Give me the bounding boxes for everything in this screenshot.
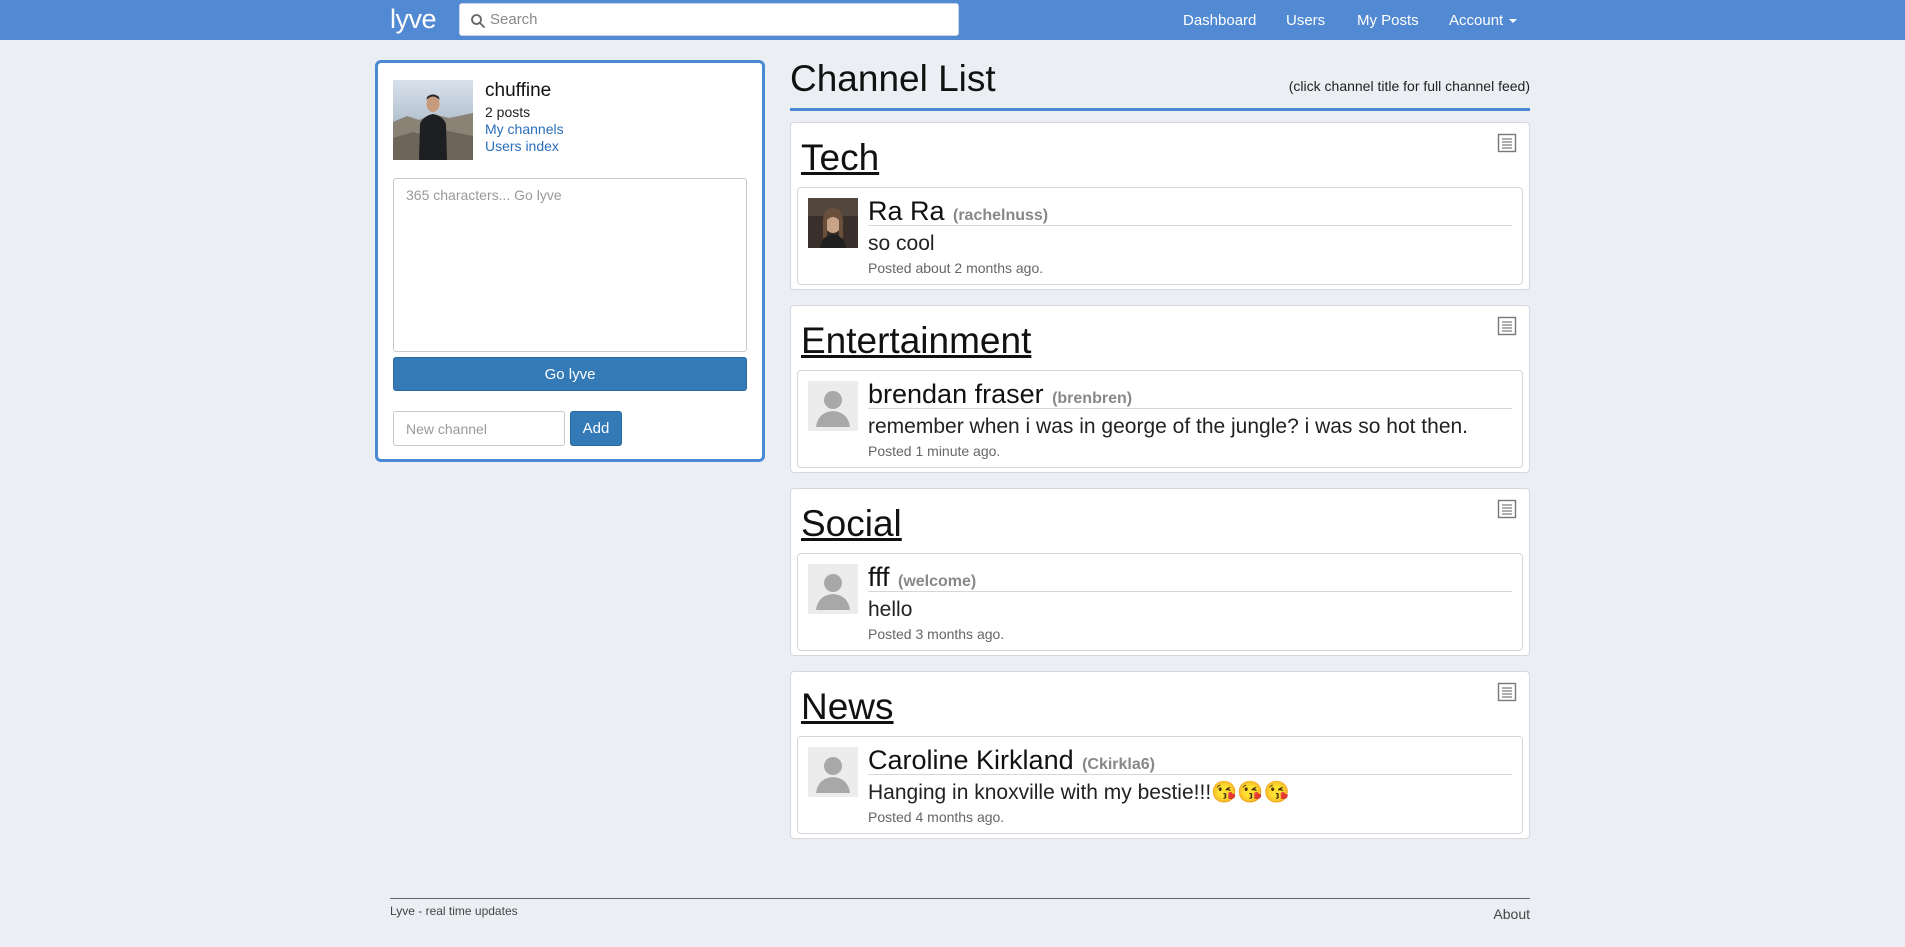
search-icon	[471, 14, 485, 28]
nav-my-posts[interactable]: My Posts	[1357, 12, 1419, 29]
post-header: fff (welcome)	[868, 562, 1512, 592]
post-handle: (Ckirkla6)	[1082, 756, 1155, 773]
page-title: Channel List	[790, 58, 996, 99]
post-header: Caroline Kirkland (Ckirkla6)	[868, 745, 1512, 775]
footer-divider	[390, 898, 1530, 899]
search-box[interactable]	[459, 3, 959, 36]
search-input[interactable]	[490, 5, 950, 34]
footer-about-link[interactable]: About	[1493, 906, 1530, 922]
user-avatar-photo[interactable]	[808, 198, 858, 248]
channel-card: Tech Ra Ra (rachelnuss) so cool Posted a…	[790, 122, 1530, 290]
post-card: Ra Ra (rachelnuss) so cool Posted about …	[797, 187, 1523, 285]
page-hint: (click channel title for full channel fe…	[1288, 78, 1530, 94]
feed-list-icon[interactable]	[1497, 682, 1517, 702]
channel-card: Entertainment brendan fraser (brenbren) …	[790, 305, 1530, 473]
post-body: hello	[868, 598, 913, 621]
default-avatar-icon[interactable]	[808, 564, 858, 614]
post-handle: (rachelnuss)	[952, 207, 1049, 224]
post-card: Caroline Kirkland (Ckirkla6) Hanging in …	[797, 736, 1523, 834]
post-body: Hanging in knoxville with my bestie!!!😘😘…	[868, 781, 1290, 804]
post-handle: (brenbren)	[1052, 390, 1133, 407]
profile-username: chuffine	[485, 80, 552, 101]
default-avatar-icon[interactable]	[808, 381, 858, 431]
post-body: so cool	[868, 232, 935, 255]
channel-title-link[interactable]: Tech	[801, 137, 879, 179]
feed-list-icon[interactable]	[1497, 499, 1517, 519]
post-card: brendan fraser (brenbren) remember when …	[797, 370, 1523, 468]
top-navbar: lyve Dashboard Users My Posts Account	[0, 0, 1905, 40]
channel-title-link[interactable]: Entertainment	[801, 320, 1031, 362]
channel-title-link[interactable]: Social	[801, 503, 902, 545]
channel-title-link[interactable]: News	[801, 686, 894, 728]
users-index-link[interactable]: Users index	[485, 138, 559, 154]
default-avatar-icon[interactable]	[808, 747, 858, 797]
feed-list-icon[interactable]	[1497, 133, 1517, 153]
nav-dashboard[interactable]: Dashboard	[1183, 12, 1256, 29]
post-author[interactable]: Caroline Kirkland	[868, 745, 1074, 775]
post-handle: (welcome)	[897, 573, 977, 590]
channel-card: Social fff (welcome) hello Posted 3 mont…	[790, 488, 1530, 656]
nav-users[interactable]: Users	[1286, 12, 1325, 29]
post-card: fff (welcome) hello Posted 3 months ago.	[797, 553, 1523, 651]
post-author[interactable]: fff	[868, 562, 890, 592]
post-header: brendan fraser (brenbren)	[868, 379, 1512, 409]
nav-account-label: Account	[1449, 12, 1504, 29]
go-lyve-button[interactable]: Go lyve	[393, 357, 747, 391]
new-channel-input[interactable]	[393, 411, 565, 446]
post-timestamp: Posted 4 months ago.	[868, 809, 1005, 825]
profile-post-count: 2 posts	[485, 104, 531, 120]
post-author[interactable]: brendan fraser	[868, 379, 1044, 409]
post-body: remember when i was in george of the jun…	[868, 415, 1469, 438]
feed-list-icon[interactable]	[1497, 316, 1517, 336]
title-divider	[790, 108, 1530, 111]
my-channels-link[interactable]: My channels	[485, 121, 564, 137]
nav-account-dropdown[interactable]: Account	[1449, 12, 1518, 29]
profile-photo	[393, 80, 473, 160]
post-header: Ra Ra (rachelnuss)	[868, 196, 1512, 226]
post-textarea[interactable]	[393, 178, 747, 352]
footer-tagline: Lyve - real time updates	[390, 904, 518, 918]
post-author[interactable]: Ra Ra	[868, 196, 945, 226]
profile-panel: chuffine 2 posts My channels Users index…	[375, 60, 765, 462]
brand-logo[interactable]: lyve	[390, 4, 437, 35]
add-channel-button[interactable]: Add	[570, 411, 622, 446]
caret-down-icon	[1509, 19, 1518, 24]
post-timestamp: Posted 3 months ago.	[868, 626, 1005, 642]
post-timestamp: Posted 1 minute ago.	[868, 443, 1001, 459]
post-timestamp: Posted about 2 months ago.	[868, 260, 1044, 276]
channel-card: News Caroline Kirkland (Ckirkla6) Hangin…	[790, 671, 1530, 839]
